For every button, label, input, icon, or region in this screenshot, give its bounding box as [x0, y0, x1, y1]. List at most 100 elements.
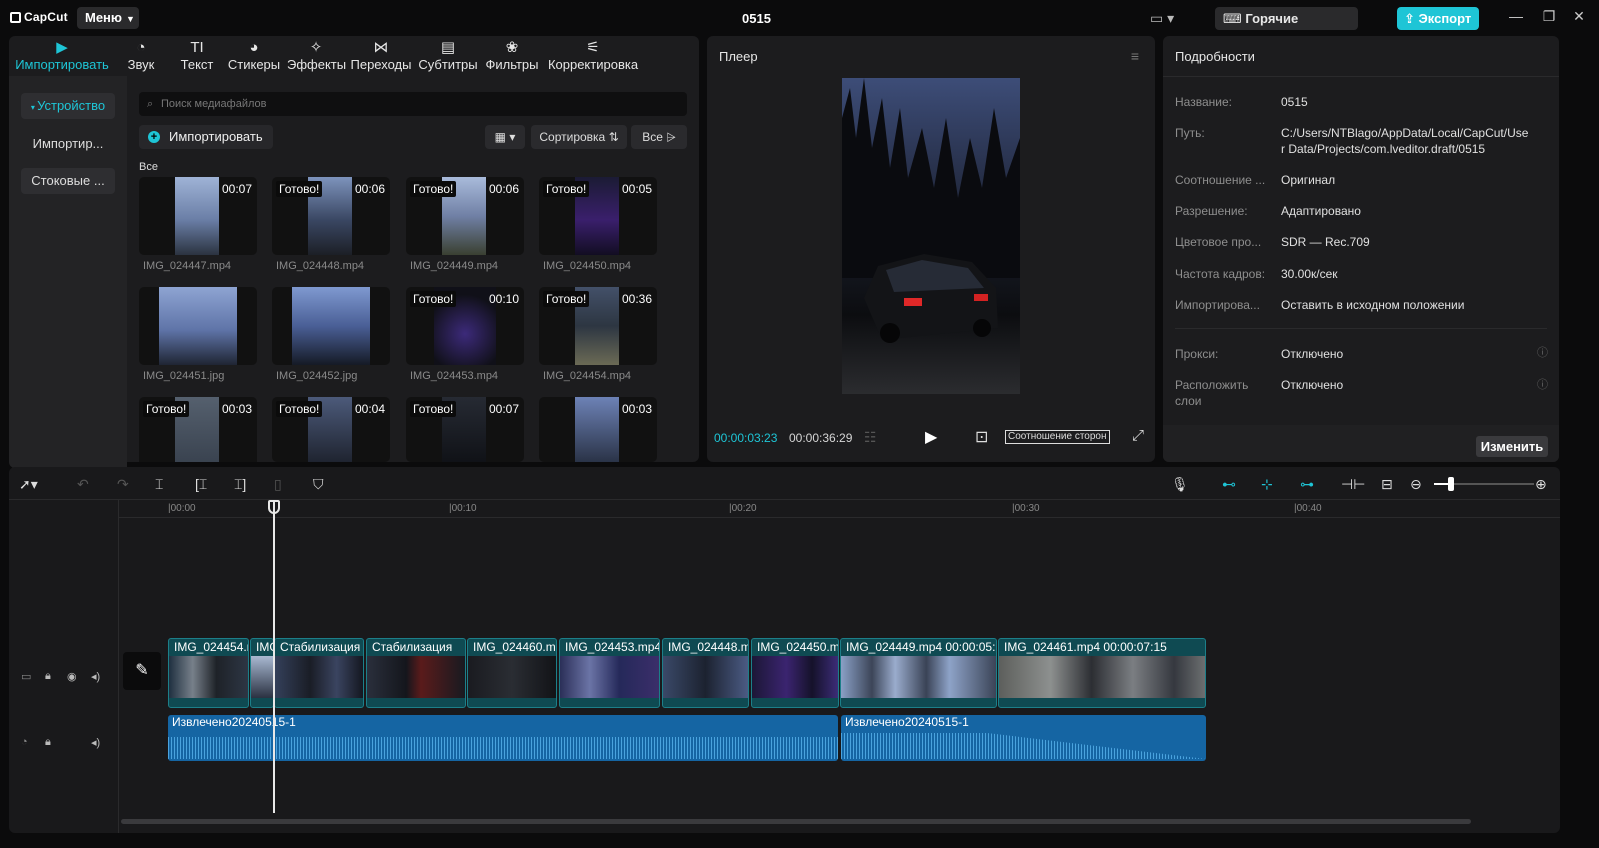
select-tool-icon[interactable]: ➚▾: [19, 476, 38, 493]
layout-icon[interactable]: ▭ ▾: [1150, 10, 1174, 27]
media-name: IMG_024452.jpg: [276, 370, 358, 382]
filter-icon: ⩥: [662, 130, 676, 144]
playhead[interactable]: [273, 501, 275, 813]
timeline-clip[interactable]: IMG_024460.mp4: [467, 638, 557, 708]
fullscreen-icon[interactable]: ⤢: [1132, 427, 1144, 444]
hotkeys-button[interactable]: ⌨ Горячие клавиши: [1215, 7, 1358, 49]
details-title: Подробности: [1175, 49, 1255, 64]
car-silhouette: [864, 254, 998, 343]
media-item[interactable]: Готово! 00:05: [539, 177, 657, 255]
aspect-ratio-button[interactable]: Соотношение сторон: [1005, 430, 1110, 444]
play-icon[interactable]: ▶: [925, 427, 937, 447]
minimize-icon[interactable]: —: [1506, 8, 1526, 24]
media-item[interactable]: Готово! 00:06: [272, 177, 390, 255]
media-item[interactable]: Готово! 00:07: [406, 397, 524, 462]
tab-adjust[interactable]: ⚟ Корректировка: [544, 38, 642, 72]
microphone-icon[interactable]: 🎙︎: [1171, 476, 1189, 493]
audio-clip-name: Извлечено20240515-1: [845, 715, 969, 729]
tab-text[interactable]: TI Текст: [174, 38, 220, 72]
change-button[interactable]: Изменить: [1476, 436, 1548, 457]
media-item[interactable]: Готово! 00:03: [139, 397, 257, 462]
link-icon[interactable]: ⊹: [1261, 476, 1273, 493]
media-item[interactable]: Готово! 00:04: [272, 397, 390, 462]
timeline-panel: ➚▾ ↶ ↷ ⌶ [⌶ ⌶] ▯ ⛉ 🎙︎ ⊷ ⊹ ⊶ ⊣⊢ ⊟ ⊖ ⊕ ▭ 🔒…: [9, 467, 1560, 833]
tab-effects[interactable]: ✧ Эффекты: [287, 38, 346, 72]
media-item[interactable]: Готово! 00:10: [406, 287, 524, 365]
zoom-out-icon[interactable]: ⊖: [1410, 476, 1422, 493]
search-icon: ⌕: [147, 98, 154, 110]
filters-icon: ❀: [505, 39, 519, 56]
media-item[interactable]: 00:07: [139, 177, 257, 255]
trim-left-icon[interactable]: [⌶: [195, 476, 207, 493]
search-input[interactable]: ⌕ Поиск медиафайлов: [139, 92, 687, 116]
detail-value: Оставить в исходном положении: [1281, 298, 1465, 312]
media-item[interactable]: 00:03: [539, 397, 657, 462]
info-icon[interactable]: ⓘ: [1537, 376, 1548, 392]
detail-label: Частота кадров:: [1175, 267, 1266, 281]
media-item[interactable]: Готово! 00:06: [406, 177, 524, 255]
export-button[interactable]: ⇪ Экспорт: [1397, 7, 1479, 30]
view-toggle[interactable]: ▦ ▾: [485, 125, 525, 149]
timeline-clip[interactable]: IMG_024450.mp4: [751, 638, 839, 708]
info-icon[interactable]: ⓘ: [1537, 344, 1548, 360]
zoom-slider-handle[interactable]: [1448, 477, 1454, 491]
shield-icon[interactable]: ⛉: [313, 476, 324, 493]
timeline-clip[interactable]: IMG_024453.mp4: [559, 638, 660, 708]
sort-icon: ⇅: [605, 130, 619, 144]
media-item[interactable]: [272, 287, 390, 365]
tab-import[interactable]: ▶ Импортировать: [13, 38, 111, 72]
delete-icon[interactable]: ▯: [274, 476, 282, 493]
media-item[interactable]: Готово! 00:36: [539, 287, 657, 365]
timeline-clip[interactable]: IMG_024449.mp4 00:00:05:17: [840, 638, 997, 708]
restore-icon[interactable]: ❐: [1539, 8, 1559, 25]
audio-clip[interactable]: Извлечено20240515-1: [841, 715, 1206, 761]
tab-subtitles[interactable]: ▤ Субтитры: [417, 38, 479, 72]
tab-audio[interactable]: ◔ Звук: [119, 38, 163, 72]
lock-icon[interactable]: 🔒︎: [45, 736, 51, 749]
nav-import[interactable]: Импортир...: [21, 131, 115, 157]
tab-filters[interactable]: ❀ Фильтры: [483, 38, 541, 72]
trim-right-icon[interactable]: ⌶]: [234, 476, 246, 493]
video-preview[interactable]: [842, 78, 1020, 394]
speaker-icon[interactable]: ◂): [91, 670, 100, 683]
preview-axis-icon[interactable]: ⊶: [1300, 476, 1314, 493]
nav-device[interactable]: ▾ Устройство: [21, 93, 115, 119]
split-icon[interactable]: ⌶: [155, 476, 163, 493]
timeline-clip[interactable]: Стабилизация: [274, 638, 364, 708]
zoom-in-icon[interactable]: ⊕: [1535, 476, 1547, 493]
timeline-clip[interactable]: IMG_024461.mp4 00:00:07:15: [998, 638, 1206, 708]
timeline-clip[interactable]: IMG_024448.mp: [662, 638, 749, 708]
lock-icon[interactable]: 🔒︎: [45, 670, 51, 683]
audio-clip[interactable]: Извлечено20240515-1: [168, 715, 838, 761]
caption-icon[interactable]: ⊟: [1381, 476, 1393, 493]
export-icon: ⇪: [1404, 11, 1419, 26]
hamburger-icon[interactable]: ≡: [1131, 48, 1139, 64]
cover-edit-icon[interactable]: ✎: [123, 652, 161, 690]
timeline-clip[interactable]: Стабилизация: [366, 638, 466, 708]
sort-button[interactable]: Сортировка ⇅: [531, 125, 627, 149]
tab-stickers[interactable]: ◕ Стикеры: [225, 38, 283, 72]
media-name: IMG_024453.mp4: [410, 370, 499, 382]
menu-button[interactable]: Меню ▼: [77, 7, 139, 29]
media-name: IMG_024449.mp4: [410, 260, 499, 272]
timeline-clip[interactable]: IMG_024454.m: [168, 638, 249, 708]
magnet-icon[interactable]: ⊷: [1222, 476, 1236, 493]
tab-transitions[interactable]: ⋈ Переходы: [350, 38, 412, 72]
list-icon[interactable]: ☷: [864, 429, 877, 446]
screenshot-icon[interactable]: ⊡: [975, 427, 988, 447]
time-ruler[interactable]: |00:00 |00:10 |00:20 |00:30 |00:40: [119, 500, 1560, 518]
timeline-clip[interactable]: IMG: [250, 638, 274, 708]
import-button[interactable]: + Импортировать: [139, 125, 273, 149]
detail-value: C:/Users/NTBlago/AppData/Local/CapCut/Us…: [1281, 126, 1529, 156]
close-icon[interactable]: ✕: [1569, 8, 1589, 25]
filter-button[interactable]: Все ⩥: [631, 125, 687, 149]
undo-icon[interactable]: ↶: [77, 476, 89, 493]
timeline-scrollbar[interactable]: [121, 819, 1471, 824]
align-icon[interactable]: ⊣⊢: [1341, 476, 1365, 493]
eye-icon[interactable]: ◉: [67, 670, 77, 683]
speaker-icon[interactable]: ◂): [91, 736, 100, 749]
media-item[interactable]: [139, 287, 257, 365]
nav-stock[interactable]: Стоковые ...: [21, 168, 115, 194]
redo-icon[interactable]: ↷: [117, 476, 129, 493]
detail-label: Название:: [1175, 95, 1232, 109]
